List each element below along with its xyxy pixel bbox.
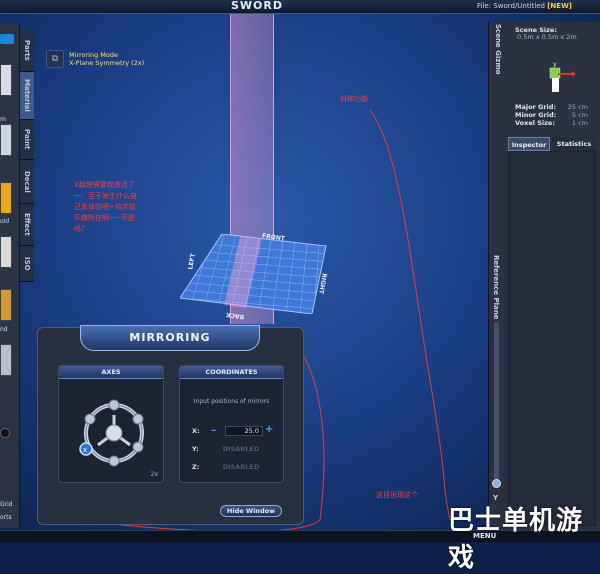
coordinates-header: COORDINATES (180, 366, 283, 379)
axes-selector[interactable]: x (74, 393, 150, 469)
mode-title: Mirroring Mode (69, 51, 118, 59)
material-swatch[interactable] (0, 124, 12, 156)
x-value-field[interactable]: 25.0 (225, 426, 263, 436)
3d-viewport[interactable]: SWORD File: Sword/Untitled [NEW] m old n… (0, 0, 600, 573)
coordinates-panel: COORDINATES Input positions of mirrors X… (179, 365, 284, 483)
annotation-x-plane: X翻理需要我激活了 一、至于发生什么自 己去体验吧~坊才前 乐趣所在啊~~不是 … (74, 181, 137, 233)
svg-text:x: x (83, 446, 87, 454)
axes-scale: 2x (150, 471, 158, 478)
left-vertical-tabs: Parts Material Paint Decal Effect ISO (20, 30, 34, 282)
inspector-panel (508, 151, 596, 526)
collapse-arrow-button[interactable] (0, 34, 14, 44)
new-badge: [NEW] (547, 2, 572, 10)
tab-iso[interactable]: ISO (20, 246, 34, 282)
major-grid-value: 25 cm (567, 103, 588, 111)
tab-statistics[interactable]: Statistics (552, 137, 596, 151)
tab-scene-gizmo[interactable]: Scene Gizmo (492, 24, 504, 104)
round-toggle[interactable] (0, 428, 10, 438)
tab-material[interactable]: Material (20, 72, 34, 120)
annotation-appears: 这目出现这个 (376, 491, 418, 499)
material-swatch[interactable] (0, 182, 12, 214)
mode-subtitle: X-Plane Symmetry (2x) (69, 59, 145, 67)
axis-gizmo-icon: y (549, 61, 576, 92)
app-title: SWORD (230, 0, 283, 12)
mirroring-title: MIRRORING (80, 325, 260, 351)
mirroring-window: MIRRORING AXES x 2x COORDINATES Input po… (37, 325, 304, 525)
grid-label: Grid (0, 501, 13, 508)
mode-indicator: ⧉ Mirroring Mode X-Plane Symmetry (2x) (46, 50, 176, 70)
tab-decal[interactable]: Decal (20, 160, 34, 204)
x-increment-button[interactable]: + (265, 425, 275, 435)
watermark-text: 巴士单机游戏 (448, 506, 584, 573)
material-swatch[interactable] (0, 344, 12, 376)
annotation-symmetry: 对称功能 (340, 95, 368, 103)
z-label: Z: (192, 463, 200, 471)
file-name: Sword/Untitled (493, 2, 545, 10)
tab-parts[interactable]: Parts (20, 30, 34, 72)
axes-panel: AXES x 2x (58, 365, 164, 483)
y-value-field: DISABLED (222, 445, 260, 453)
mirror-mode-icon: ⧉ (46, 50, 64, 68)
minor-grid-label: Minor Grid: (515, 111, 557, 119)
svg-text:y: y (553, 61, 557, 68)
major-grid-label: Major Grid: (515, 103, 557, 111)
imports-label: orts (0, 514, 12, 521)
file-prefix: File: (476, 2, 492, 10)
title-bar: SWORD File: Sword/Untitled [NEW] (0, 0, 600, 14)
x-decrement-button[interactable]: – (211, 426, 221, 436)
axes-header: AXES (59, 366, 163, 379)
minor-grid-value: 5 cm (571, 111, 588, 119)
hide-window-button[interactable]: Hide Window (220, 505, 282, 517)
material-swatch[interactable] (0, 64, 12, 96)
tab-effect[interactable]: Effect (20, 204, 34, 246)
coordinates-hint: Input positions of mirrors (193, 398, 270, 405)
tab-inspector[interactable]: Inspector (508, 137, 550, 151)
z-value-field: DISABLED (222, 463, 260, 471)
material-swatch[interactable] (0, 236, 12, 268)
reference-plane-slider[interactable] (494, 322, 499, 482)
tab-paint[interactable]: Paint (20, 120, 34, 160)
x-label: X: (192, 427, 200, 435)
file-label: File: Sword/Untitled [NEW] (477, 2, 572, 10)
y-label: Y: (192, 445, 199, 453)
ground-grid (180, 234, 327, 314)
inspector-tabs: Inspector Statistics (508, 137, 596, 151)
plane-label-back: BACK (225, 310, 245, 321)
voxel-size-label: Voxel Size: (515, 119, 555, 127)
swatch-label: m (0, 116, 6, 123)
swatch-label: nd (0, 326, 8, 333)
left-material-panel: m old nd Grid orts (0, 24, 20, 528)
swatch-label: old (0, 218, 10, 225)
voxel-size-value: 1 cm (571, 119, 588, 127)
slider-thumb[interactable] (492, 479, 501, 488)
scene-size-value: 0.5m x 0.5m x 2m (517, 33, 577, 41)
material-swatch[interactable] (0, 289, 12, 321)
